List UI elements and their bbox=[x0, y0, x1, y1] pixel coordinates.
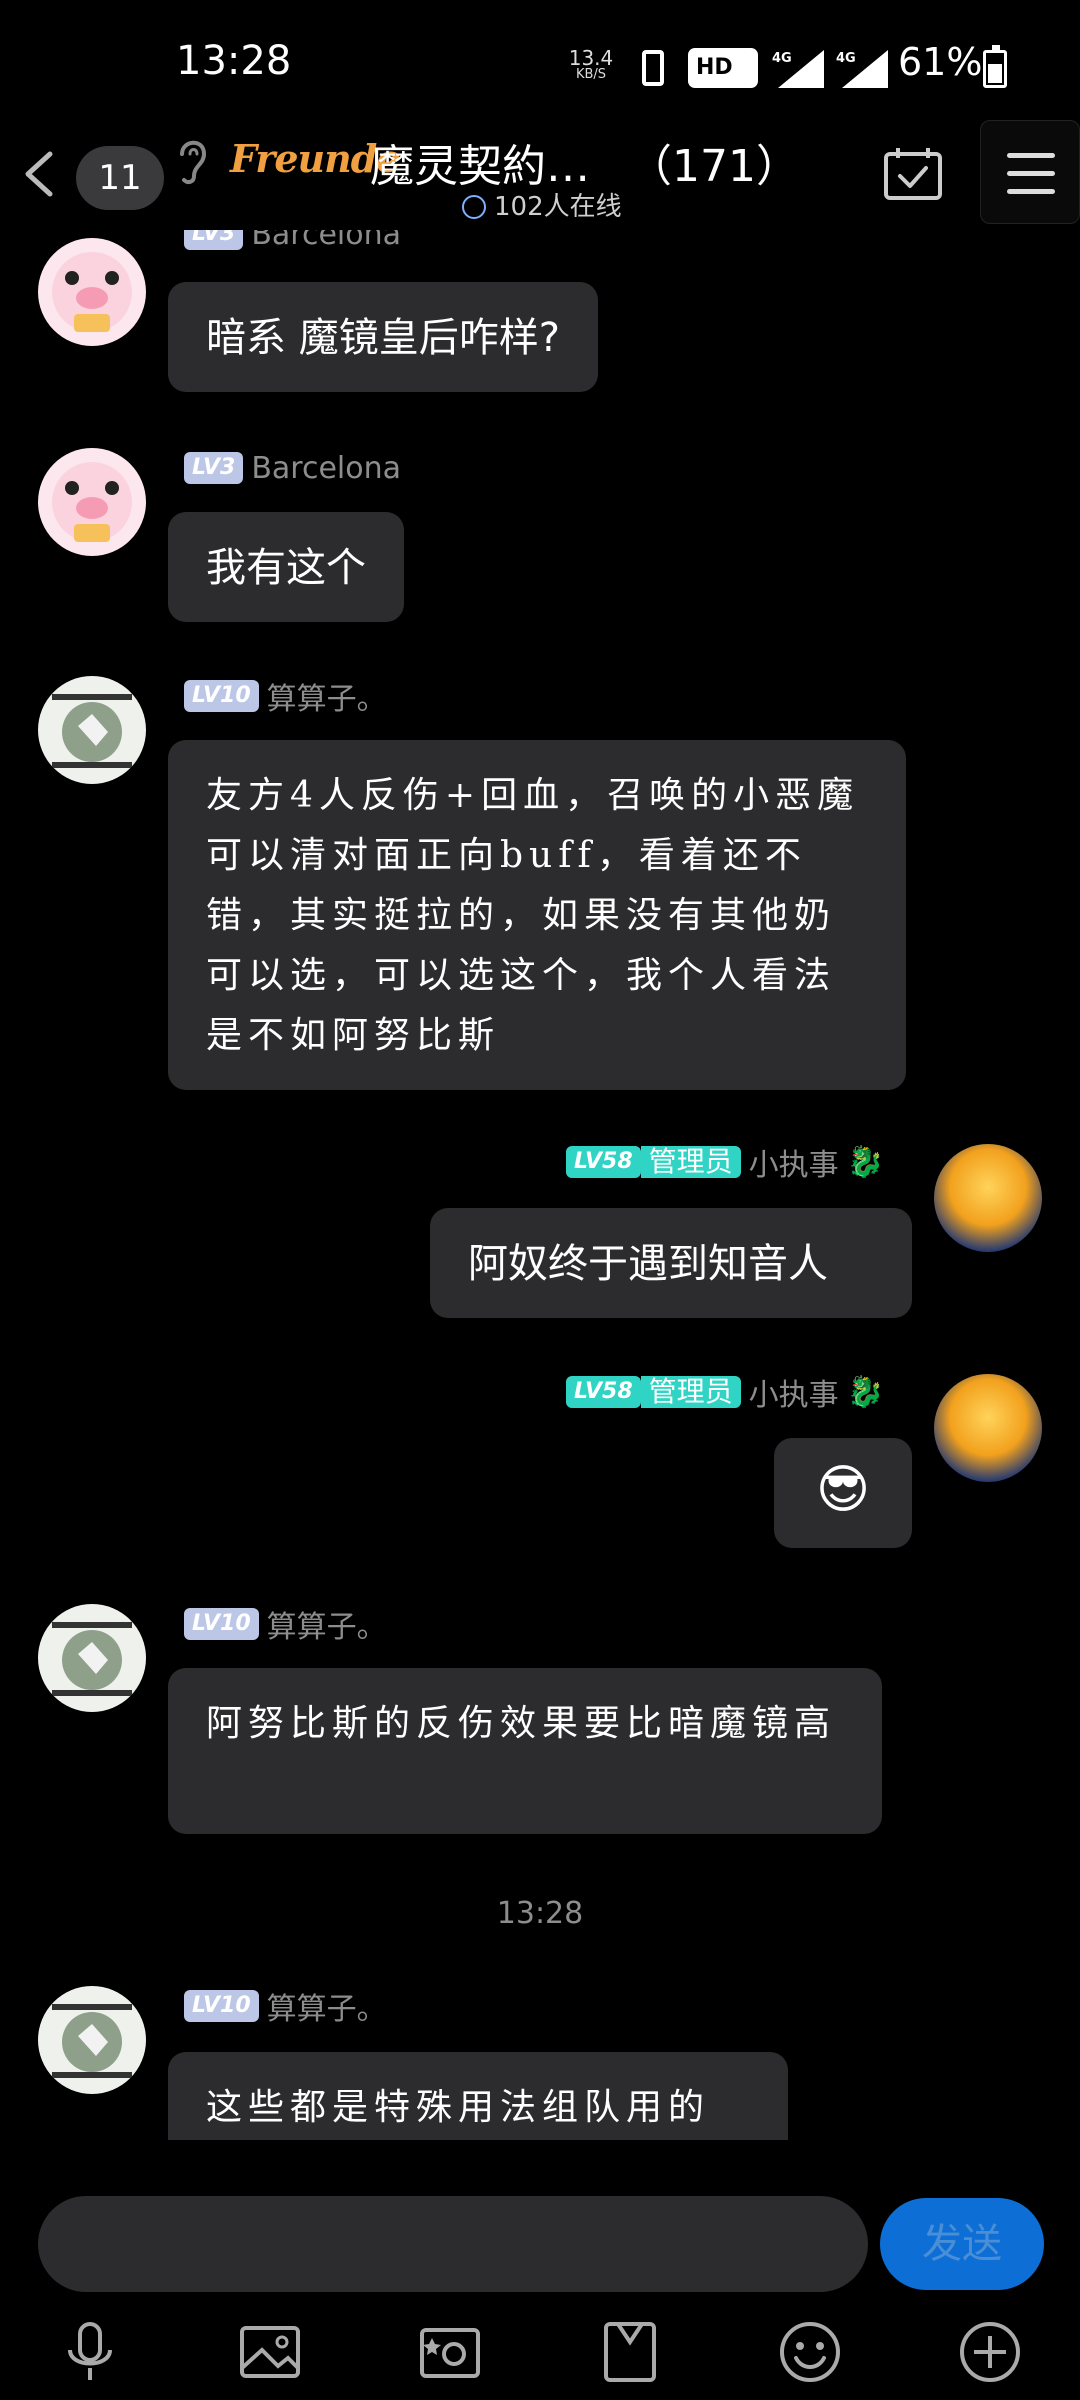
signal-icon-1: 4G bbox=[772, 50, 824, 88]
avatar-self[interactable] bbox=[934, 1144, 1042, 1252]
network-type-2: 4G bbox=[836, 51, 856, 66]
sender-name[interactable]: 算算子。 bbox=[267, 1602, 387, 1646]
message-bubble[interactable]: 阿奴终于遇到知音人 bbox=[430, 1208, 912, 1318]
level-badge: LV10 bbox=[184, 1990, 259, 2022]
battery-icon bbox=[983, 45, 1007, 88]
message-bubble[interactable]: 我有这个 bbox=[168, 512, 404, 622]
admin-role-badge: 管理员 bbox=[640, 1376, 741, 1408]
battery-percent: 61% bbox=[898, 40, 983, 84]
message-input[interactable] bbox=[38, 2196, 868, 2292]
message-bubble[interactable]: 友方4人反伤+回血，召唤的小恶魔可以清对面正向buff，看着还不错，其实挺拉的，… bbox=[168, 740, 906, 1090]
sender-name[interactable]: Barcelona bbox=[251, 451, 401, 486]
sender-name[interactable]: Barcelona bbox=[251, 230, 401, 252]
microphone-icon[interactable] bbox=[58, 2320, 122, 2384]
camera-icon[interactable] bbox=[418, 2320, 482, 2384]
level-badge: LV3 bbox=[184, 452, 244, 484]
dragon-icon: 🐉 bbox=[846, 1144, 885, 1180]
online-check-icon bbox=[462, 195, 486, 219]
avatar-pig[interactable] bbox=[38, 238, 146, 346]
input-toolbar bbox=[0, 2300, 1080, 2400]
back-icon[interactable] bbox=[14, 142, 62, 206]
level-badge: LV58 bbox=[566, 1376, 641, 1408]
status-time: 13:28 bbox=[176, 38, 292, 84]
group-title[interactable]: 魔灵契約… bbox=[370, 130, 590, 194]
dragon-icon: 🐉 bbox=[846, 1374, 885, 1410]
message-list[interactable]: LV3 Barcelona 暗系 魔镜皇后咋样? LV3 Barcelona 我… bbox=[0, 230, 1080, 2140]
sender-name[interactable]: 小执事 bbox=[749, 1370, 839, 1414]
message-meta: LV10 算算子。 bbox=[184, 1606, 387, 1645]
level-badge: LV10 bbox=[184, 680, 259, 712]
level-badge: LV3 bbox=[184, 230, 244, 250]
unread-count-badge[interactable]: 11 bbox=[76, 146, 164, 210]
vibrate-icon bbox=[642, 50, 664, 86]
menu-icon[interactable] bbox=[980, 120, 1080, 224]
network-speed-value: 13.4 bbox=[568, 46, 614, 70]
online-status: 102人在线 bbox=[462, 186, 622, 223]
sender-name[interactable]: 算算子。 bbox=[267, 674, 387, 718]
message-meta: LV10 算算子。 bbox=[184, 678, 387, 717]
avatar-self[interactable] bbox=[934, 1374, 1042, 1482]
message-bubble[interactable]: 这些都是特殊用法组队用的 bbox=[168, 2052, 788, 2140]
level-badge: LV10 bbox=[184, 1608, 259, 1640]
file-icon[interactable] bbox=[598, 2320, 662, 2384]
network-speed: 13.4 KB/S bbox=[566, 48, 616, 81]
hd-voice-badge: HD bbox=[688, 48, 758, 88]
message-meta: LV58 管理员 小执事 🐉 bbox=[566, 1374, 885, 1413]
ear-icon[interactable] bbox=[172, 132, 212, 188]
plus-icon[interactable] bbox=[958, 2320, 1022, 2384]
status-bar: 13:28 13.4 KB/S HD 4G 4G 61% bbox=[0, 0, 1080, 120]
avatar-monster[interactable] bbox=[38, 1604, 146, 1712]
sender-name[interactable]: 小执事 bbox=[749, 1140, 839, 1184]
hd-label: HD bbox=[696, 55, 733, 80]
message-meta: LV58 管理员 小执事 🐉 bbox=[566, 1144, 885, 1183]
avatar-monster[interactable] bbox=[38, 676, 146, 784]
member-count[interactable]: （171） bbox=[628, 130, 800, 194]
input-bar: 发送 bbox=[0, 2190, 1080, 2300]
admin-role-badge: 管理员 bbox=[640, 1146, 741, 1178]
calendar-check-icon[interactable] bbox=[882, 144, 944, 202]
emoji-icon[interactable] bbox=[778, 2320, 842, 2384]
message-meta: LV3 Barcelona bbox=[184, 450, 401, 486]
level-badge: LV58 bbox=[566, 1146, 641, 1178]
network-type-1: 4G bbox=[772, 51, 792, 66]
message-meta: LV10 算算子。 bbox=[184, 1988, 387, 2027]
message-bubble[interactable]: 暗系 魔镜皇后咋样? bbox=[168, 282, 598, 392]
avatar-monster[interactable] bbox=[38, 1986, 146, 2094]
avatar-pig[interactable] bbox=[38, 448, 146, 556]
sender-name[interactable]: 算算子。 bbox=[267, 1984, 387, 2028]
chat-header: 11 Freunde 魔灵契約… （171） 102人在线 bbox=[0, 120, 1080, 230]
emoji-message-bubble[interactable]: 😎 bbox=[774, 1438, 912, 1548]
message-meta: LV3 Barcelona bbox=[184, 230, 401, 252]
message-bubble[interactable]: 阿努比斯的反伤效果要比暗魔镜高 bbox=[168, 1668, 882, 1834]
signal-icon-2: 4G bbox=[836, 50, 888, 88]
online-count: 102人在线 bbox=[494, 192, 622, 222]
image-icon[interactable] bbox=[238, 2320, 302, 2384]
send-button[interactable]: 发送 bbox=[880, 2198, 1044, 2290]
message-timestamp: 13:28 bbox=[496, 1896, 584, 1931]
